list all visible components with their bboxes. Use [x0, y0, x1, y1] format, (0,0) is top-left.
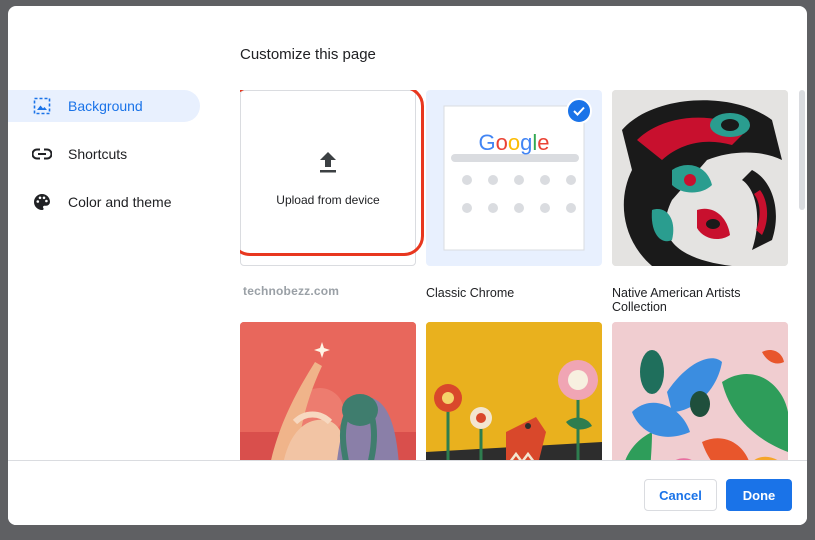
- art-image-1: [240, 322, 416, 460]
- sidebar-item-shortcuts[interactable]: Shortcuts: [8, 138, 200, 170]
- image-icon: [32, 96, 52, 116]
- native-art-image: [612, 90, 788, 266]
- upload-icon: [317, 150, 339, 179]
- native-american-artists-tile[interactable]: [612, 90, 788, 266]
- art-image-3: [612, 322, 788, 460]
- dialog-title: Customize this page: [240, 46, 376, 63]
- done-button[interactable]: Done: [726, 479, 792, 511]
- background-tile-art-3[interactable]: [612, 322, 788, 460]
- background-tile-art-1[interactable]: [240, 322, 416, 460]
- palette-icon: [32, 192, 52, 212]
- selected-check-icon: [566, 98, 592, 124]
- sidebar: Background Shortcuts Color and theme: [8, 90, 208, 234]
- sidebar-item-label: Shortcuts: [68, 146, 128, 162]
- watermark: technobezz.com: [243, 284, 340, 298]
- google-logo: Google: [478, 130, 550, 155]
- dialog-footer: Cancel Done: [8, 460, 807, 525]
- background-tile-art-2[interactable]: [426, 322, 602, 460]
- upload-from-device-tile[interactable]: Upload from device: [240, 90, 416, 266]
- upload-label: Upload from device: [276, 192, 380, 207]
- background-grid: Upload from device technobezz.com Google…: [240, 90, 800, 460]
- customize-dialog: Customize this page Background Shortcuts: [8, 6, 807, 525]
- classic-chrome-tile[interactable]: Google: [426, 90, 602, 266]
- art-image-2: [426, 322, 602, 460]
- sidebar-item-background[interactable]: Background: [8, 90, 200, 122]
- sidebar-item-color-and-theme[interactable]: Color and theme: [8, 186, 200, 218]
- sidebar-item-label: Color and theme: [68, 194, 172, 210]
- link-icon: [32, 144, 52, 164]
- sidebar-item-label: Background: [68, 98, 143, 114]
- native-american-artists-label: Native American Artists Collection: [612, 286, 741, 314]
- classic-chrome-label: Classic Chrome: [426, 286, 515, 300]
- cancel-button[interactable]: Cancel: [644, 479, 717, 511]
- scrollbar-thumb[interactable]: [799, 90, 805, 210]
